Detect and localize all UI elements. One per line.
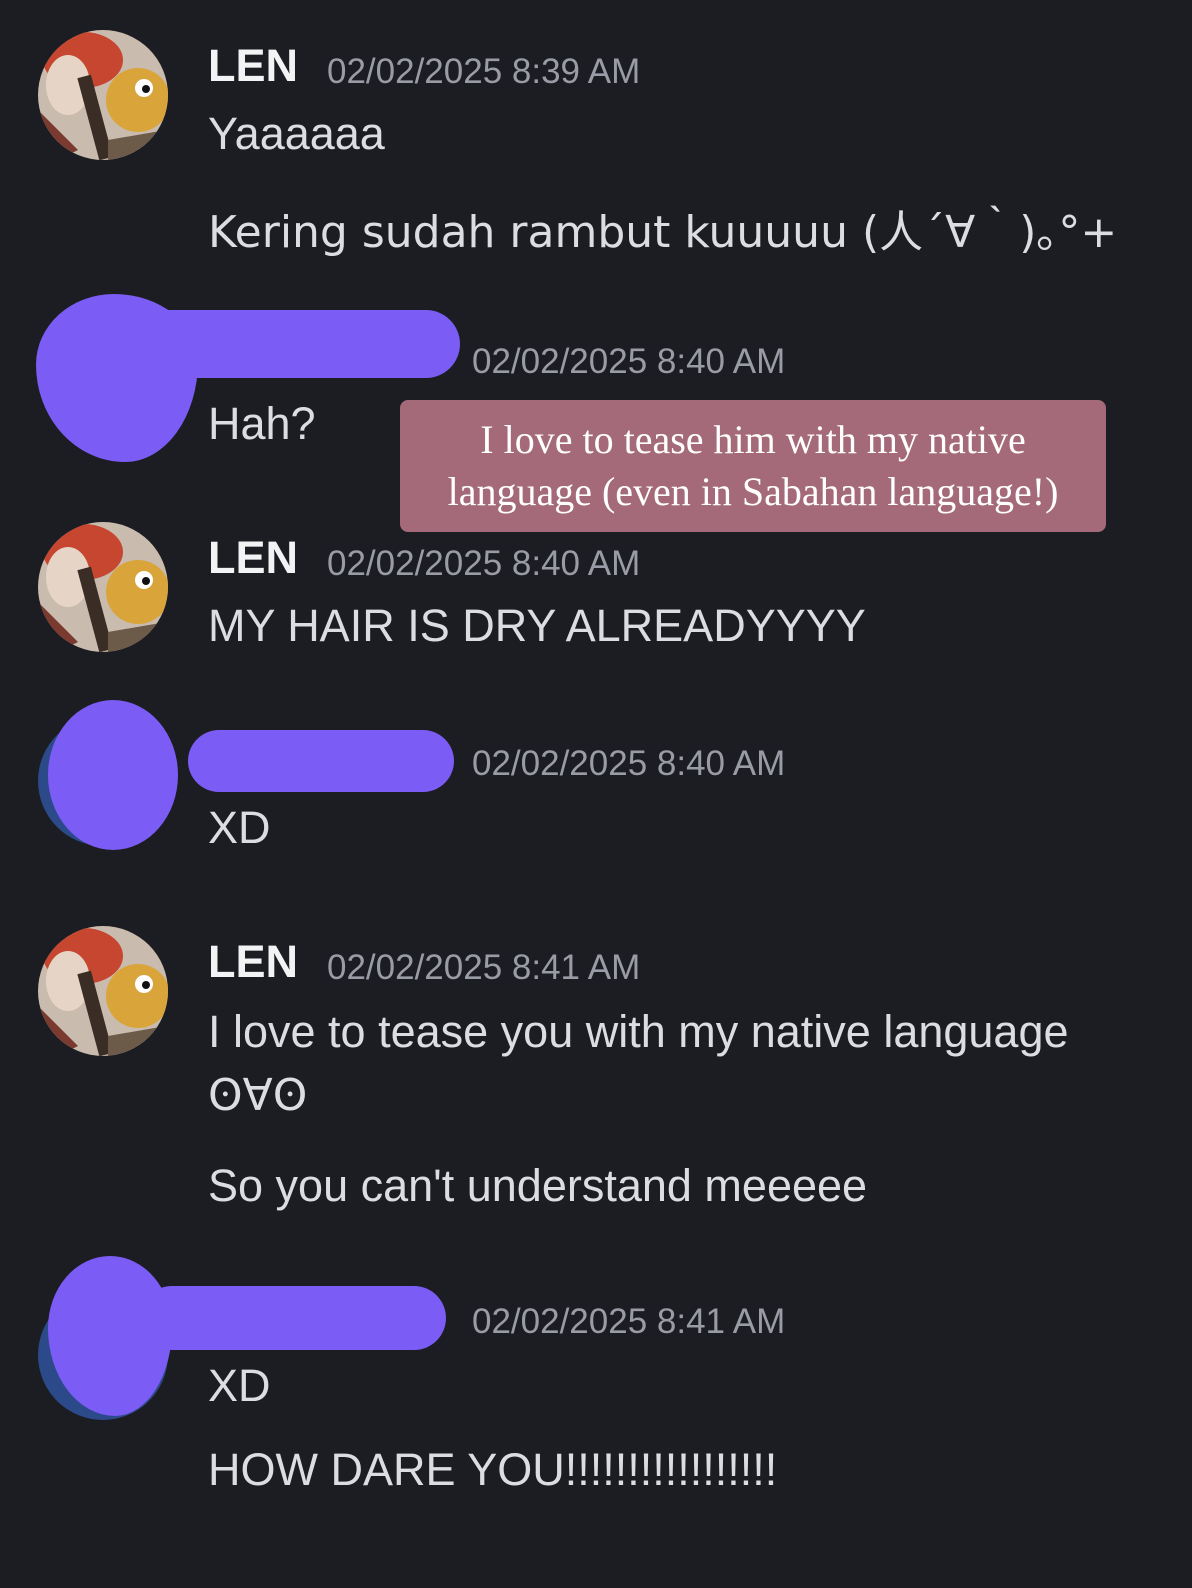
timestamp: 02/02/2025 8:40 AM <box>472 744 786 783</box>
message-group-len-3: LEN 02/02/2025 8:41 AM I love to tease y… <box>0 920 1192 1240</box>
message-text: Hah? <box>208 398 316 449</box>
message-group-redacted-2: 02/02/2025 8:40 AM XD <box>0 690 1192 890</box>
message-text: Yaaaaaa <box>208 108 385 159</box>
message-group-len-1: LEN 02/02/2025 8:39 AM Yaaaaaa Kering su… <box>0 0 1192 280</box>
username[interactable]: LEN <box>208 532 298 584</box>
timestamp: 02/02/2025 8:40 AM <box>327 544 641 583</box>
timestamp: 02/02/2025 8:39 AM <box>327 52 641 91</box>
message-text: HOW DARE YOU!!!!!!!!!!!!!!!!! <box>208 1444 778 1495</box>
timestamp: 02/02/2025 8:40 AM <box>472 342 786 381</box>
timestamp: 02/02/2025 8:41 AM <box>327 948 641 987</box>
redaction-mark <box>48 700 178 850</box>
redaction-mark <box>140 1286 446 1350</box>
message-text: Kering sudah rambut kuuuuu (人´∀｀)｡°+ <box>208 207 1118 258</box>
message-group-len-2: LEN 02/02/2025 8:40 AM MY HAIR IS DRY AL… <box>0 520 1192 680</box>
message-text: I love to tease you with my native langu… <box>208 1006 1069 1057</box>
message-text: XD <box>208 1360 271 1411</box>
message-text: So you can't understand meeeee <box>208 1160 868 1211</box>
avatar-len[interactable] <box>38 926 168 1056</box>
timestamp: 02/02/2025 8:41 AM <box>472 1302 786 1341</box>
message-text: XD <box>208 802 271 853</box>
annotation-note: I love to tease him with my native langu… <box>400 400 1106 532</box>
avatar-len[interactable] <box>38 30 168 160</box>
message-group-redacted-3: 02/02/2025 8:41 AM XD HOW DARE YOU!!!!!!… <box>0 1250 1192 1550</box>
message-text: MY HAIR IS DRY ALREADYYYY <box>208 600 866 651</box>
avatar-len[interactable] <box>38 522 168 652</box>
username[interactable]: LEN <box>208 936 298 988</box>
redaction-mark <box>130 310 460 378</box>
redaction-mark <box>188 730 454 792</box>
username[interactable]: LEN <box>208 40 298 92</box>
message-text: ʘ∀ʘ <box>208 1070 308 1121</box>
